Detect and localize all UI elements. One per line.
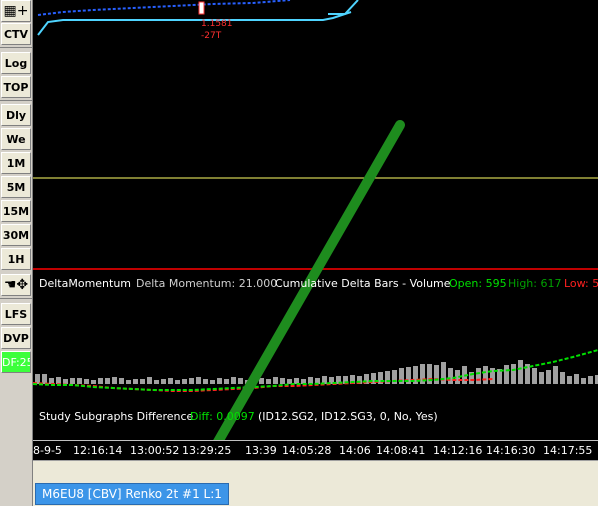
time-label: 13:29:25 (182, 444, 232, 457)
ctv-button[interactable]: CTV (1, 23, 31, 45)
time-label: 13:39 (245, 444, 277, 457)
time-label: 14:08:41 (376, 444, 426, 457)
diff-value: Diff: 0.0097 (190, 410, 255, 423)
1h-button[interactable]: 1H (1, 248, 31, 270)
toolbar-divider (0, 47, 33, 48)
chart-canvas (33, 0, 598, 460)
toolbar-divider (0, 298, 33, 299)
chart-toolbar: ▦+ CTV Log TOP Dly We 1M 5M 15M 30M 1H ☚… (0, 0, 33, 506)
chart-tab-bar: M6EU8 [CBV] Renko 2t #1 L:1 (33, 482, 598, 506)
daily-button[interactable]: Dly (1, 104, 31, 126)
15m-button[interactable]: 15M (1, 200, 31, 222)
hand-cursor-icon[interactable]: ☚✥ (1, 274, 31, 296)
time-label: 14:12:16 (433, 444, 483, 457)
time-label: 12:16:14 (73, 444, 123, 457)
log-button[interactable]: Log (1, 52, 31, 74)
chart-tab[interactable]: M6EU8 [CBV] Renko 2t #1 L:1 (35, 483, 229, 505)
lfs-button[interactable]: LFS (1, 303, 31, 325)
study-title: DeltaMomentum (39, 277, 132, 290)
toolbar-divider (0, 100, 33, 101)
delta-bars (35, 360, 598, 384)
time-axis: 8-9-5 12:16:14 13:00:52 13:29:25 13:39 1… (33, 440, 598, 461)
price-line-step (328, 0, 359, 15)
dvp-button[interactable]: DVP (1, 327, 31, 349)
price-line-lower (37, 11, 352, 36)
df-button[interactable]: DF:25( (1, 351, 31, 373)
study-params: (ID12.SG2, ID12.SG3, 0, No, Yes) (258, 410, 438, 423)
study-title: Study Subgraphs Difference (39, 410, 194, 423)
time-label: 14:17:55 (543, 444, 593, 457)
30m-button[interactable]: 30M (1, 224, 31, 246)
5m-button[interactable]: 5M (1, 176, 31, 198)
chart-area[interactable]: 1.1581 -27T DeltaMomentum Delta Momentum… (33, 0, 598, 460)
time-label: 14:05:28 (282, 444, 332, 457)
1m-button[interactable]: 1M (1, 152, 31, 174)
price-bar-label: -27T (201, 31, 222, 41)
cumulative-delta-title: Cumulative Delta Bars - Volume (275, 277, 451, 290)
weekly-button[interactable]: We (1, 128, 31, 150)
time-label: 8-9-5 (33, 444, 62, 457)
price-bar (198, 1, 205, 15)
delta-momentum-value: Delta Momentum: 21.000 (136, 277, 278, 290)
time-label: 13:00:52 (130, 444, 180, 457)
time-label: 14:06 (339, 444, 371, 457)
low-value: Low: 5 (564, 277, 598, 290)
price-bar-label: 1.1581 (201, 19, 233, 29)
chart-scrollbar[interactable] (33, 460, 598, 482)
grid-plus-icon[interactable]: ▦+ (1, 0, 31, 22)
high-value: High: 617 (508, 277, 562, 290)
open-value: Open: 595 (449, 277, 507, 290)
top-button[interactable]: TOP (1, 76, 31, 98)
price-line-upper (37, 0, 291, 16)
time-label: 14:16:30 (486, 444, 536, 457)
